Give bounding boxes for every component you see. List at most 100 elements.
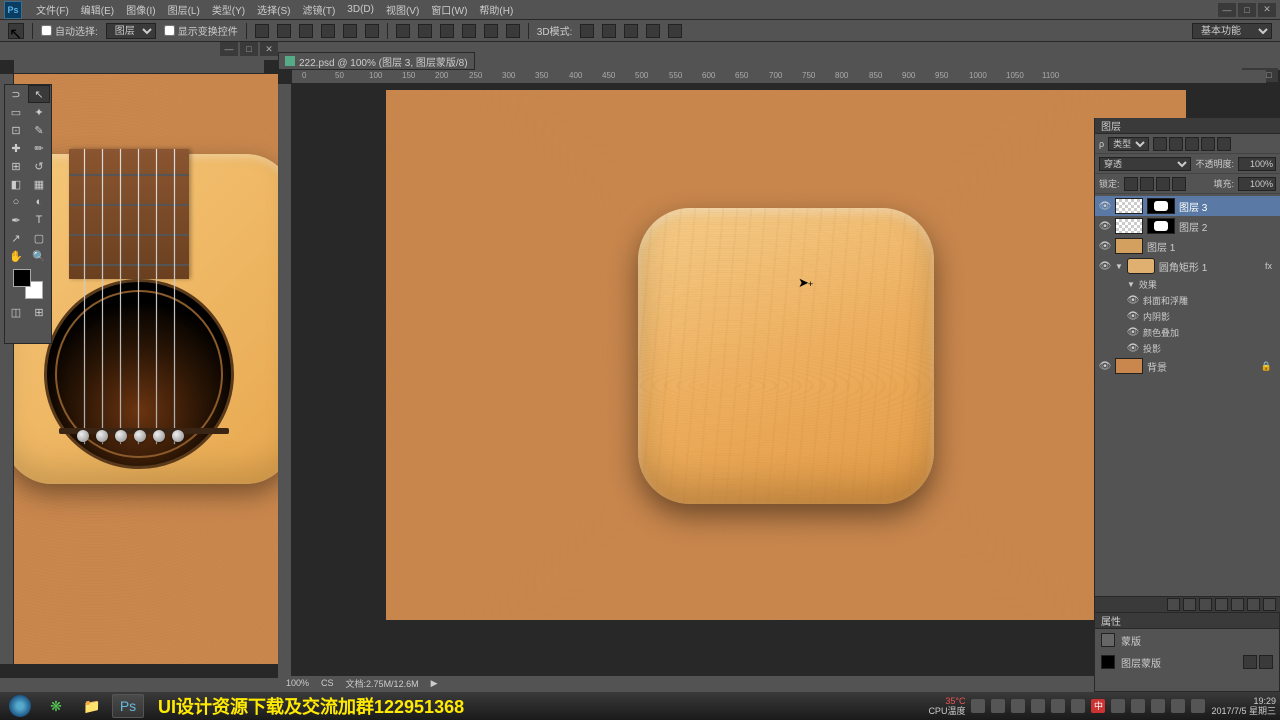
tool-stamp[interactable]: ⊞ [5,157,27,175]
doc1-close[interactable]: ✕ [260,42,278,56]
menu-layer[interactable]: 图层(L) [162,0,206,19]
blend-mode-select[interactable]: 穿透 [1099,157,1191,171]
tray-icon-11[interactable] [1191,699,1205,713]
task-explorer[interactable]: 📁 [76,694,108,718]
tray-icon-4[interactable] [1031,699,1045,713]
align-bottom-icon[interactable] [299,24,313,38]
autoselect-checkbox[interactable]: 自动选择: [41,23,98,38]
opacity-input[interactable] [1238,157,1276,171]
canvas-1[interactable] [14,74,278,664]
effects-header[interactable]: ▼效果 [1095,276,1280,292]
menu-select[interactable]: 选择(S) [251,0,296,19]
tool-lasso[interactable]: ⊃ [5,85,27,103]
tray-icon-5[interactable] [1051,699,1065,713]
layer-rounded-rect[interactable]: 👁 ▼ 圆角矩形 1 fx [1095,256,1280,276]
3d-mode-1-icon[interactable] [580,24,594,38]
fg-color[interactable] [13,269,31,287]
align-hcenter-icon[interactable] [343,24,357,38]
tool-quickmask[interactable]: ◫ [5,303,27,321]
layer-thumb[interactable] [1115,198,1143,214]
visibility-toggle[interactable]: 👁 [1099,360,1111,372]
fill-input[interactable] [1238,177,1276,191]
tool-wand[interactable]: ✦ [28,103,50,121]
layer-background[interactable]: 👁 背景 🔒 [1095,356,1280,376]
3d-mode-4-icon[interactable] [646,24,660,38]
minimize-button[interactable]: — [1218,3,1236,17]
tray-icon-1[interactable] [971,699,985,713]
doc1-maximize[interactable]: □ [240,42,258,56]
effect-drop-shadow[interactable]: 👁投影 [1095,340,1280,356]
menu-file[interactable]: 文件(F) [30,0,75,19]
effect-color-overlay[interactable]: 👁颜色叠加 [1095,324,1280,340]
mask-thumb[interactable] [1101,655,1115,669]
layer-thumb[interactable] [1115,358,1143,374]
lock-all-icon[interactable] [1172,177,1186,191]
tool-zoom[interactable]: 🔍 [28,247,50,265]
tool-eraser[interactable]: ◧ [5,175,27,193]
visibility-toggle[interactable]: 👁 [1099,260,1111,272]
tray-icon-6[interactable] [1071,699,1085,713]
workspace-select[interactable]: 基本功能 [1192,23,1272,39]
3d-mode-3-icon[interactable] [624,24,638,38]
menu-help[interactable]: 帮助(H) [473,0,519,19]
visibility-toggle[interactable]: 👁 [1099,240,1111,252]
distribute-2-icon[interactable] [418,24,432,38]
tool-brush[interactable]: ✏ [28,139,50,157]
menu-image[interactable]: 图像(I) [120,0,161,19]
filter-smart-icon[interactable] [1217,137,1231,151]
tray-icon-10[interactable] [1171,699,1185,713]
autoselect-select[interactable]: 图层 [106,23,156,39]
layer-mask-icon[interactable] [1199,598,1212,611]
status-flyout-icon[interactable]: ▶ [431,678,438,689]
tool-blur[interactable]: ○ [5,193,27,211]
show-transform-checkbox[interactable]: 显示变换控件 [164,23,238,38]
ruler-vertical-2[interactable] [278,84,292,676]
layer-3[interactable]: 👁 图层 3 [1095,196,1280,216]
layer-name[interactable]: 图层 2 [1179,219,1207,234]
align-left-icon[interactable] [321,24,335,38]
tool-marquee[interactable]: ▭ [5,103,27,121]
distribute-4-icon[interactable] [462,24,476,38]
menu-type[interactable]: 类型(Y) [206,0,251,19]
doc1-minimize[interactable]: — [220,42,238,56]
color-swatch[interactable] [13,269,43,299]
distribute-1-icon[interactable] [396,24,410,38]
filter-adjust-icon[interactable] [1169,137,1183,151]
close-button[interactable]: ✕ [1258,3,1276,17]
tool-heal[interactable]: ✚ [5,139,27,157]
layers-tab[interactable]: 图层 [1095,118,1280,134]
task-app-1[interactable]: ❋ [40,694,72,718]
layer-1[interactable]: 👁 图层 1 [1095,236,1280,256]
menu-filter[interactable]: 滤镜(T) [297,0,342,19]
layer-name[interactable]: 圆角矩形 1 [1159,259,1207,274]
layer-name[interactable]: 背景 [1147,359,1167,374]
filter-kind-select[interactable]: 类型 [1108,137,1149,151]
tool-shape[interactable]: ▢ [28,229,50,247]
layer-name[interactable]: 图层 1 [1147,239,1175,254]
adjustment-icon[interactable] [1215,598,1228,611]
menu-edit[interactable]: 编辑(E) [75,0,120,19]
visibility-toggle[interactable]: 👁 [1099,220,1111,232]
distribute-5-icon[interactable] [484,24,498,38]
layer-thumb[interactable] [1115,218,1143,234]
tool-type[interactable]: T [28,211,50,229]
lock-trans-icon[interactable] [1124,177,1138,191]
menu-window[interactable]: 窗口(W) [425,0,473,19]
status-zoom[interactable]: 100% [286,678,309,688]
start-button[interactable] [4,694,36,718]
layer-name[interactable]: 图层 3 [1179,199,1207,214]
clock[interactable]: 19:29 2017/7/5 星期三 [1211,696,1276,716]
tool-history[interactable]: ↺ [28,157,50,175]
delete-layer-icon[interactable] [1263,598,1276,611]
move-tool-icon[interactable]: ↖ [8,23,24,39]
tool-gradient[interactable]: ▦ [28,175,50,193]
distribute-3-icon[interactable] [440,24,454,38]
effect-bevel[interactable]: 👁斜面和浮雕 [1095,292,1280,308]
ruler-horizontal-2[interactable]: 0501001502002503003504004505005506006507… [292,70,1266,84]
maximize-button[interactable]: □ [1238,3,1256,17]
3d-mode-2-icon[interactable] [602,24,616,38]
tool-screenmode[interactable]: ⊞ [28,303,50,321]
tray-icon-8[interactable] [1131,699,1145,713]
visibility-toggle[interactable]: 👁 [1099,200,1111,212]
fx-badge[interactable]: fx [1265,261,1276,271]
